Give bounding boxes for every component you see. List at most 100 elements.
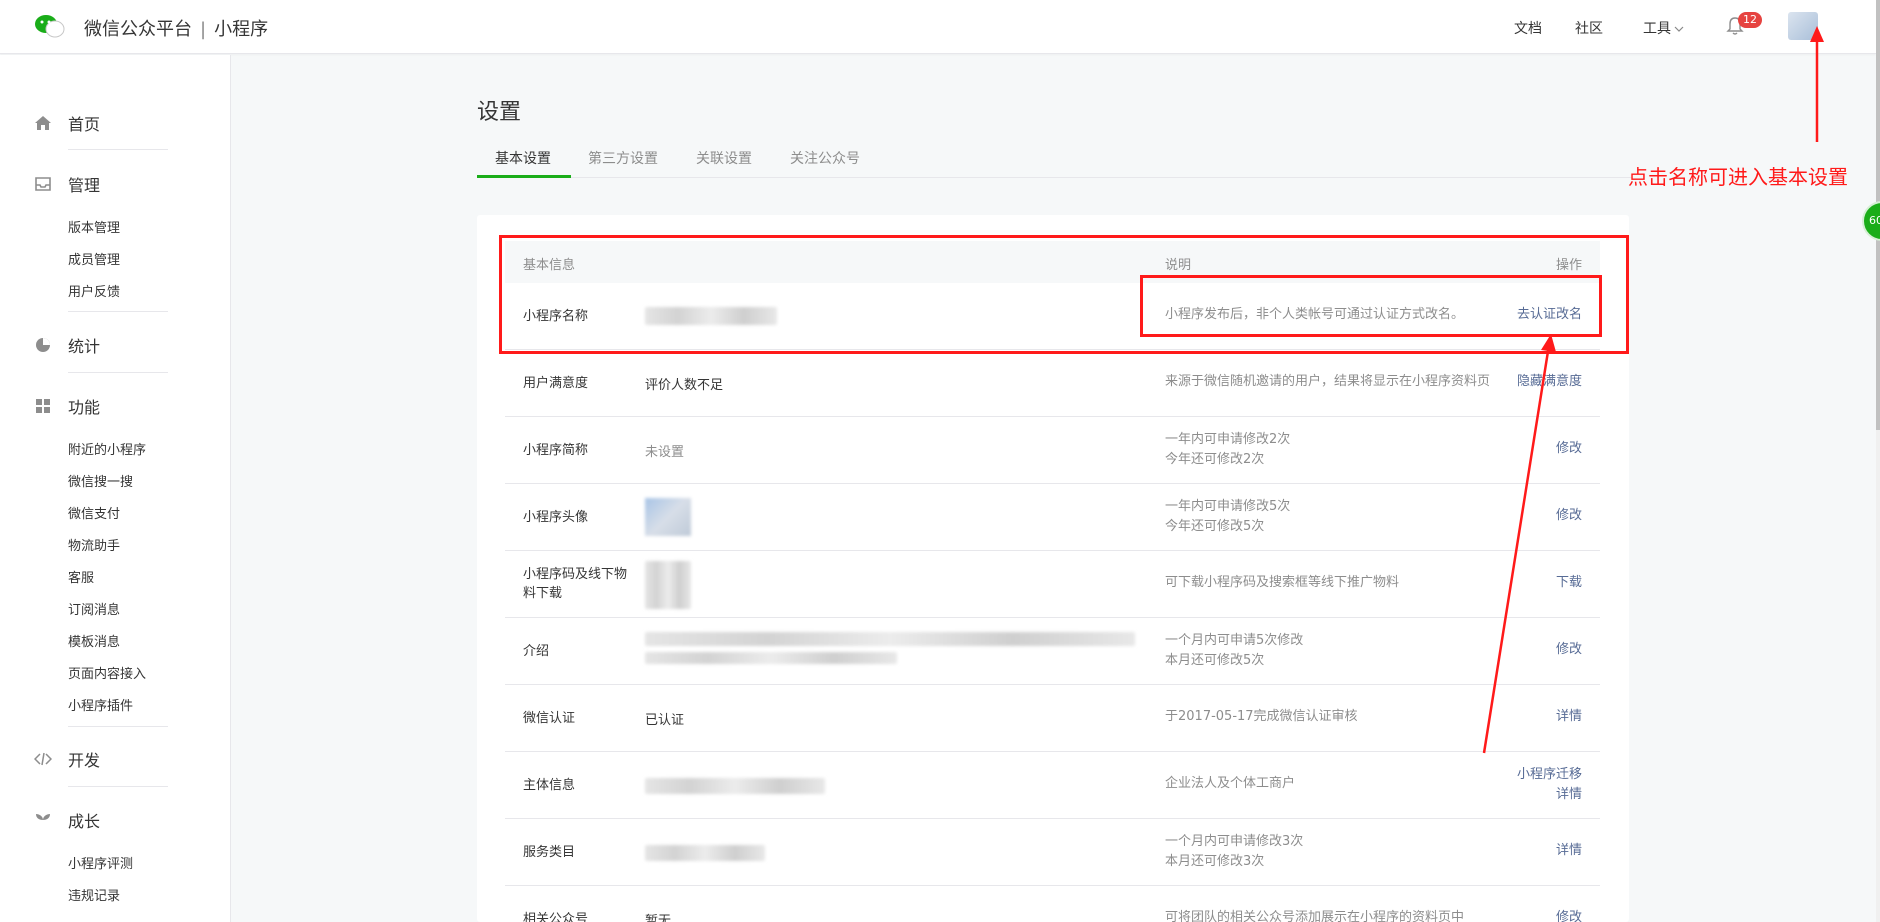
row-value: 已认证 <box>645 713 685 728</box>
tab-follow-account[interactable]: 关注公众号 <box>790 148 860 168</box>
inbox-icon <box>35 177 51 191</box>
tab-third-party[interactable]: 第三方设置 <box>588 148 658 168</box>
qr-code-image <box>645 561 691 609</box>
table-row: 用户满意度 评价人数不足 来源于微信随机邀请的用户，结果将显示在小程序资料页 隐… <box>505 350 1600 417</box>
wechat-logo-icon[interactable] <box>34 13 66 39</box>
table-row: 相关公众号 暂无 可将团队的相关公众号添加展示在小程序的资料页中 修改 <box>505 886 1600 922</box>
brand-name: 微信公众平台 <box>84 19 192 40</box>
table-row: 小程序头像 一年内可申请修改5次 今年还可修改5次 修改 <box>505 484 1600 551</box>
settings-tabs: 基本设置 第三方设置 关联设置 关注公众号 <box>477 140 1632 178</box>
sidebar-group-label: 首页 <box>68 115 101 134</box>
row-label: 服务类目 <box>523 845 576 860</box>
nav-community[interactable]: 社区 <box>1575 18 1603 38</box>
sidebar-item-service[interactable]: 客服 <box>68 567 94 586</box>
sidebar-group-label: 功能 <box>68 398 101 417</box>
account-avatar[interactable] <box>1788 12 1818 40</box>
page-title: 设置 <box>477 100 522 125</box>
sidebar-item-members[interactable]: 成员管理 <box>68 249 120 268</box>
row-desc: 企业法人及个体工商户 <box>1165 776 1296 791</box>
row-label: 小程序码及线下物料下载 <box>523 567 628 601</box>
desc-line: 一个月内可申请修改3次 <box>1165 834 1304 849</box>
sidebar-group-label: 开发 <box>68 751 101 770</box>
sidebar-item-logistics[interactable]: 物流助手 <box>68 535 120 554</box>
tab-association[interactable]: 关联设置 <box>696 148 752 168</box>
chevron-down-icon <box>1674 26 1684 32</box>
notification-badge: 12 <box>1738 12 1762 28</box>
desc-line: 今年还可修改5次 <box>1165 519 1265 534</box>
sprout-icon <box>36 814 50 827</box>
sidebar-divider <box>68 311 168 312</box>
table-row: 小程序码及线下物料下载 可下载小程序码及搜索框等线下推广物料 下载 <box>505 551 1600 618</box>
blurred-intro-line <box>645 652 897 664</box>
sidebar-item-content[interactable]: 页面内容接入 <box>68 663 146 682</box>
row-desc: 可下载小程序码及搜索框等线下推广物料 <box>1165 575 1400 590</box>
sidebar-group-label: 统计 <box>68 337 101 356</box>
nav-tools[interactable]: 工具 <box>1643 18 1684 38</box>
code-icon <box>34 752 52 766</box>
sidebar-item-version[interactable]: 版本管理 <box>68 217 120 236</box>
row-value: 评价人数不足 <box>645 378 724 393</box>
row-label: 相关公众号 <box>523 912 589 922</box>
desc-line: 今年还可修改2次 <box>1165 452 1265 467</box>
sidebar-item-feedback[interactable]: 用户反馈 <box>68 281 120 300</box>
row-value: 暂无 <box>645 914 672 922</box>
hide-satisfaction-link[interactable]: 隐藏满意度 <box>1517 372 1582 392</box>
sidebar-group-dev[interactable]: 开发 <box>34 747 100 771</box>
edit-short-name-link[interactable]: 修改 <box>1556 439 1582 459</box>
migrate-link[interactable]: 小程序迁移 <box>1517 767 1582 782</box>
edit-related-account-link[interactable]: 修改 <box>1556 908 1582 922</box>
row-value: 未设置 <box>645 445 685 460</box>
edit-intro-link[interactable]: 修改 <box>1556 640 1582 660</box>
sidebar-item-violation[interactable]: 违规记录 <box>68 885 120 904</box>
sidebar-item-evaluation[interactable]: 小程序评测 <box>68 853 133 872</box>
row-desc: 一个月内可申请5次修改 本月还可修改5次 <box>1165 631 1303 671</box>
pie-chart-icon <box>36 338 50 352</box>
brand-separator: | <box>200 19 207 40</box>
sidebar-group-features[interactable]: 功能 <box>34 394 100 418</box>
row-label: 介绍 <box>523 644 550 659</box>
sidebar-group-home[interactable]: 首页 <box>34 111 100 135</box>
sidebar-item-search[interactable]: 微信搜一搜 <box>68 471 133 490</box>
download-link[interactable]: 下载 <box>1556 573 1582 593</box>
row-desc: 一年内可申请修改5次 今年还可修改5次 <box>1165 497 1290 537</box>
sidebar-item-template[interactable]: 模板消息 <box>68 631 120 650</box>
sidebar-item-plugin[interactable]: 小程序插件 <box>68 695 133 714</box>
sidebar-group-stats[interactable]: 统计 <box>34 333 100 357</box>
row-desc: 一年内可申请修改2次 今年还可修改2次 <box>1165 430 1290 470</box>
app-avatar-image <box>645 498 691 536</box>
sidebar-item-pay[interactable]: 微信支付 <box>68 503 120 522</box>
sidebar-item-nearby[interactable]: 附近的小程序 <box>68 439 146 458</box>
top-header: 微信公众平台 | 小程序 文档 社区 工具 12 <box>0 0 1876 54</box>
sidebar-group-label: 管理 <box>68 176 101 195</box>
sidebar-group-manage[interactable]: 管理 <box>34 172 100 196</box>
tab-basic[interactable]: 基本设置 <box>495 148 551 168</box>
table-row: 主体信息 企业法人及个体工商户 小程序迁移详情 <box>505 752 1600 819</box>
table-row: 微信认证 已认证 于2017-05-17完成微信认证审核 详情 <box>505 685 1600 752</box>
row-desc: 于2017-05-17完成微信认证审核 <box>1165 709 1358 724</box>
certification-details-link[interactable]: 详情 <box>1556 707 1582 727</box>
brand-title[interactable]: 微信公众平台 | 小程序 <box>84 15 268 41</box>
sidebar-group-label: 成长 <box>68 812 101 831</box>
sidebar-group-growth[interactable]: 成长 <box>34 808 100 832</box>
table-row: 介绍 一个月内可申请5次修改 本月还可修改5次 修改 <box>505 618 1600 685</box>
entity-details-link[interactable]: 详情 <box>1556 787 1582 802</box>
desc-line: 本月还可修改3次 <box>1165 854 1265 869</box>
sidebar-divider <box>68 372 168 373</box>
nav-docs[interactable]: 文档 <box>1514 18 1542 38</box>
floating-score-badge[interactable]: 60 <box>1862 201 1880 241</box>
row-desc: 可将团队的相关公众号添加展示在小程序的资料页中 <box>1165 910 1465 922</box>
row-label: 小程序头像 <box>523 510 589 525</box>
sidebar-item-subscribe[interactable]: 订阅消息 <box>68 599 120 618</box>
home-icon <box>35 116 51 130</box>
table-row: 小程序简称 未设置 一年内可申请修改2次 今年还可修改2次 修改 <box>505 417 1600 484</box>
row-desc: 来源于微信随机邀请的用户，结果将显示在小程序资料页 <box>1165 374 1491 389</box>
edit-avatar-link[interactable]: 修改 <box>1556 506 1582 526</box>
row-label: 小程序简称 <box>523 443 589 458</box>
category-details-link[interactable]: 详情 <box>1556 841 1582 861</box>
row-desc: 一个月内可申请修改3次 本月还可修改3次 <box>1165 832 1303 872</box>
table-row: 服务类目 一个月内可申请修改3次 本月还可修改3次 详情 <box>505 819 1600 886</box>
sidebar: 首页 管理 版本管理 成员管理 用户反馈 统计 功能 附近的小程序 微信搜一搜 … <box>0 55 231 922</box>
sidebar-divider <box>68 149 168 150</box>
blurred-entity-name <box>645 778 825 794</box>
row-label: 主体信息 <box>523 778 576 793</box>
